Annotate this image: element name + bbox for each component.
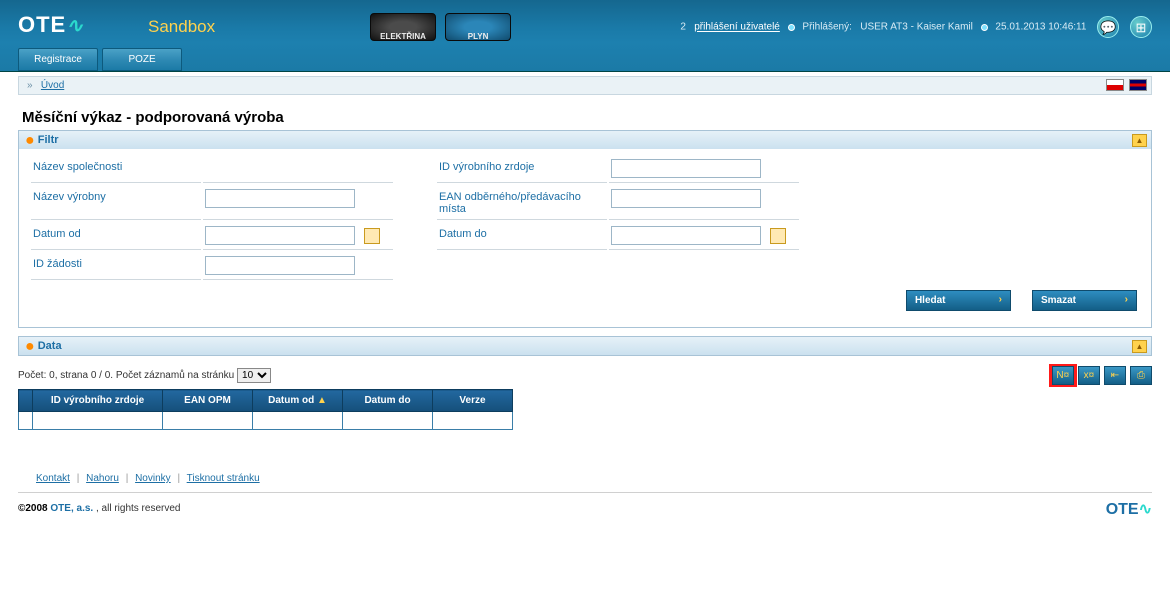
separator-icon: |	[122, 473, 133, 484]
paging-info: Počet: 0, strana 0 / 0. Počet záznamů na…	[18, 364, 271, 387]
data-panel-header: ● Data ▲	[19, 337, 1151, 355]
clear-button[interactable]: Smazat	[1032, 290, 1137, 311]
product-gas-button[interactable]: PLYN	[445, 13, 511, 41]
export-excel-icon[interactable]: x¤	[1078, 366, 1100, 385]
breadcrumb-home-link[interactable]: Úvod	[41, 80, 64, 91]
col-source-id[interactable]: ID výrobního zrdoje	[33, 390, 163, 412]
col-date-to[interactable]: Datum do	[343, 390, 433, 412]
paging-text: Počet: 0, strana 0 / 0. Počet záznamů na…	[18, 370, 234, 381]
col-date-from[interactable]: Datum od ▲	[253, 390, 343, 412]
page-size-select[interactable]: 10	[237, 368, 271, 383]
copyright-suffix: , all rights reserved	[96, 503, 180, 514]
product-switch: ELEKTŘINA PLYN	[370, 13, 517, 42]
label-ean: EAN odběrného/předávacího místa	[437, 185, 607, 220]
input-date-to[interactable]	[611, 226, 761, 245]
filter-panel-body: Název společnosti ID výrobního zrdoje Ná…	[19, 149, 1151, 327]
filter-panel-title: Filtr	[38, 134, 59, 146]
filter-buttons-row: Hledat Smazat	[29, 282, 1141, 323]
bullet-icon: ●	[25, 338, 35, 355]
footer-up-link[interactable]: Nahoru	[86, 473, 119, 484]
search-button[interactable]: Hledat	[906, 290, 1011, 311]
logged-in-label: Přihlášený:	[802, 22, 851, 33]
content-area: Měsíční výkaz - podporovaná výroba ● Fil…	[0, 95, 1170, 455]
apps-icon[interactable]: ⊞	[1130, 16, 1152, 38]
input-date-from[interactable]	[205, 226, 355, 245]
page-title: Měsíční výkaz - podporovaná výroba	[18, 103, 1152, 130]
language-switch	[1104, 79, 1147, 94]
product-electricity-button[interactable]: ELEKTŘINA	[370, 13, 436, 41]
environment-label: Sandbox	[148, 17, 215, 37]
data-meta-row: Počet: 0, strana 0 / 0. Počet záznamů na…	[18, 364, 1152, 387]
copyright-prefix: ©2008	[18, 503, 50, 514]
separator-icon: |	[173, 473, 184, 484]
label-date-from: Datum od	[31, 222, 201, 250]
timestamp: 25.01.2013 10:46:11	[995, 22, 1086, 33]
flag-uk-icon[interactable]	[1129, 79, 1147, 91]
logged-users-count: 2	[680, 22, 686, 33]
calendar-icon[interactable]	[364, 228, 380, 244]
label-source-id: ID výrobního zrdoje	[437, 155, 607, 183]
data-grid: ID výrobního zrdoje EAN OPM Datum od ▲ D…	[18, 389, 513, 430]
footer-logo-wave-icon: ∿	[1139, 501, 1152, 518]
nav-poze[interactable]: POZE	[102, 48, 182, 71]
col-ean-opm[interactable]: EAN OPM	[163, 390, 253, 412]
data-panel: ● Data ▲	[18, 336, 1152, 356]
footer-print-link[interactable]: Tisknout stránku	[187, 473, 260, 484]
data-toolbar: N¤ x¤ ⇤ ⎙	[1051, 364, 1152, 385]
col-version[interactable]: Verze	[433, 390, 513, 412]
logo-text: OTE	[18, 12, 66, 37]
breadcrumb-arrow-icon: »	[27, 80, 38, 91]
logo-wave-icon: ∿	[66, 15, 84, 37]
input-ean[interactable]	[611, 189, 761, 208]
col-date-from-label: Datum od	[268, 395, 314, 406]
session-info: 2 přihlášení uživatelé Přihlášený: USER …	[680, 16, 1152, 38]
logo: OTE∿	[18, 12, 84, 38]
label-date-to: Datum do	[437, 222, 607, 250]
copyright-bar: ©2008 OTE, a.s. , all rights reserved OT…	[0, 493, 1170, 524]
copyright-company: OTE, a.s.	[50, 503, 93, 514]
calendar-icon[interactable]	[770, 228, 786, 244]
footer-logo-text: OTE	[1106, 501, 1139, 518]
bullet-icon: ●	[25, 132, 35, 149]
data-panel-title: Data	[38, 340, 62, 352]
label-company-name: Název společnosti	[31, 155, 201, 183]
footer-contact-link[interactable]: Kontakt	[36, 473, 70, 484]
filter-form: Název společnosti ID výrobního zrdoje Ná…	[29, 153, 801, 282]
label-request-id: ID žádosti	[31, 252, 201, 280]
new-record-icon[interactable]: N¤	[1052, 366, 1074, 385]
footer-links: Kontakt | Nahoru | Novinky | Tisknout st…	[18, 455, 1152, 493]
filter-panel-header: ● Filtr ▲	[19, 131, 1151, 149]
col-select[interactable]	[19, 390, 33, 412]
flag-cz-icon[interactable]	[1106, 79, 1124, 91]
table-row	[19, 412, 513, 430]
nav-registrace[interactable]: Registrace	[18, 48, 98, 71]
logged-users-link[interactable]: přihlášení uživatelé	[694, 22, 780, 33]
footer-logo: OTE∿	[1106, 499, 1152, 519]
sort-asc-icon: ▲	[317, 395, 327, 406]
main-nav: Registrace POZE	[18, 48, 183, 71]
logged-in-user: USER AT3 - Kaiser Kamil	[860, 22, 973, 33]
breadcrumb: » Úvod	[18, 76, 1152, 95]
print-icon[interactable]: ⎙	[1130, 366, 1152, 385]
top-bar: OTE∿ Sandbox ELEKTŘINA PLYN 2 přihlášení…	[0, 0, 1170, 72]
chat-icon[interactable]: 💬	[1097, 16, 1119, 38]
separator-dot-icon	[788, 24, 795, 31]
input-source-id[interactable]	[611, 159, 761, 178]
footer-news-link[interactable]: Novinky	[135, 473, 171, 484]
collapse-icon[interactable]: ▲	[1132, 340, 1147, 353]
separator-icon: |	[73, 473, 84, 484]
input-request-id[interactable]	[205, 256, 355, 275]
separator-dot-icon	[981, 24, 988, 31]
filter-panel: ● Filtr ▲ Název společnosti ID výrobního…	[18, 130, 1152, 328]
input-plant-name[interactable]	[205, 189, 355, 208]
label-plant-name: Název výrobny	[31, 185, 201, 220]
collapse-icon[interactable]: ▲	[1132, 134, 1147, 147]
import-icon[interactable]: ⇤	[1104, 366, 1126, 385]
